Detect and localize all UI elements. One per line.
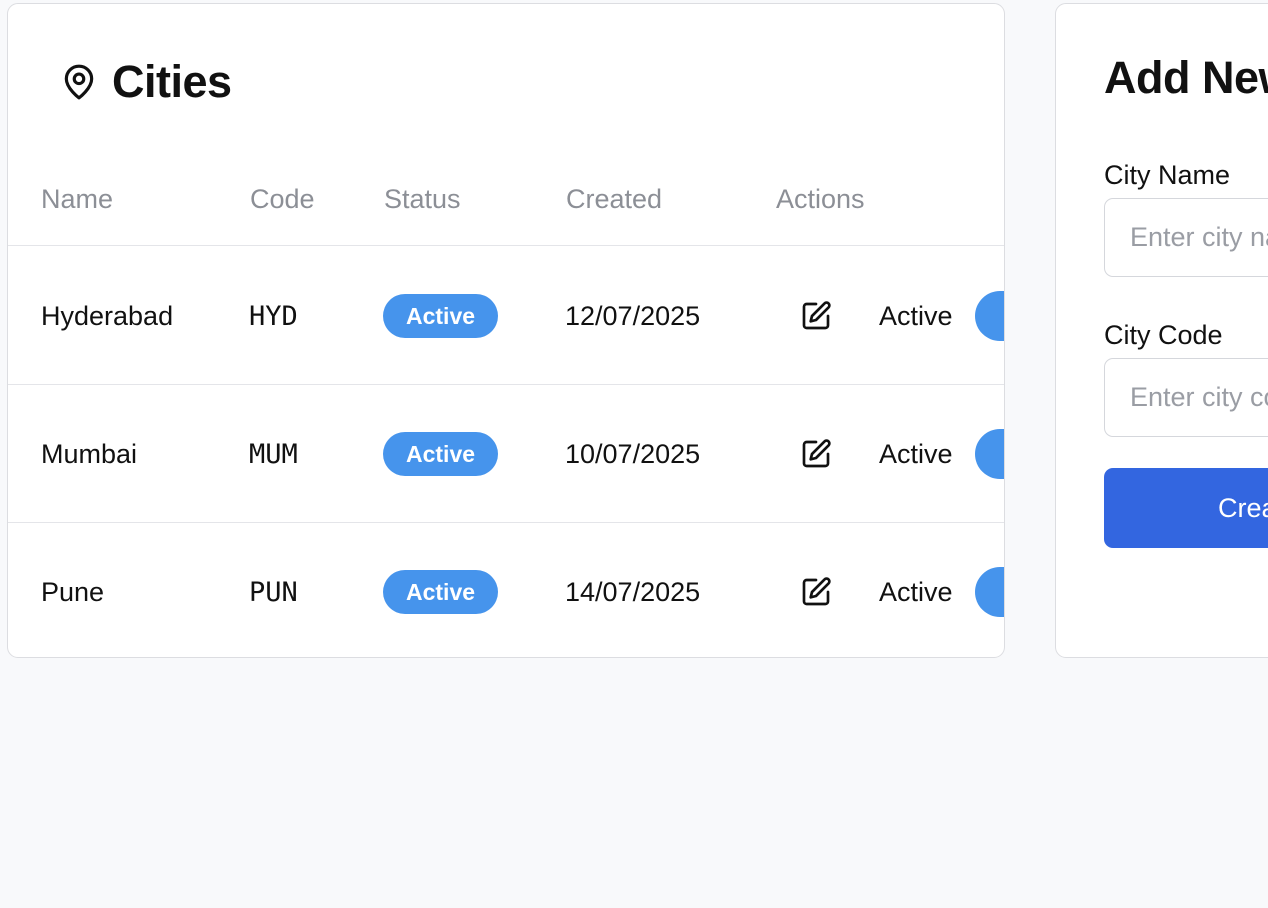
status-cell: Active xyxy=(383,523,499,657)
table-row: Mumbai MUM Active 10/07/2025 Active xyxy=(8,385,1004,523)
column-header-actions: Actions xyxy=(776,184,865,214)
cities-card: Cities Name Code Status Created Actions … xyxy=(7,3,1005,658)
table-row: Pune PUN Active 14/07/2025 Active xyxy=(8,523,1004,657)
city-code-label: City Code xyxy=(1104,320,1223,350)
status-badge: Active xyxy=(383,294,499,338)
form-title: Add New City xyxy=(1104,52,1268,103)
city-name: Pune xyxy=(41,576,105,607)
city-code: HYD xyxy=(249,300,298,332)
status-badge: Active xyxy=(383,570,499,614)
city-name-input[interactable] xyxy=(1104,198,1268,277)
column-header-name[interactable]: Name xyxy=(41,184,113,215)
status-cell: Active xyxy=(383,385,499,523)
status-cell: Active xyxy=(383,247,499,385)
toggle-label: Active xyxy=(879,576,953,607)
edit-button[interactable] xyxy=(800,247,832,385)
created-date: 14/07/2025 xyxy=(565,576,701,607)
toggle-label: Active xyxy=(879,300,953,331)
status-toggle[interactable] xyxy=(975,291,1004,341)
table-header: Name Code Status Created Actions xyxy=(8,174,1004,246)
city-code: PUN xyxy=(249,576,298,608)
status-toggle[interactable] xyxy=(975,567,1004,617)
city-code-input[interactable] xyxy=(1104,358,1268,437)
edit-icon[interactable] xyxy=(800,576,832,608)
map-pin-icon xyxy=(64,64,94,100)
city-name-label: City Name xyxy=(1104,160,1231,190)
column-header-code[interactable]: Code xyxy=(250,184,315,215)
page-title: Cities xyxy=(112,56,232,107)
add-city-card: Add New City City Name City Code Create … xyxy=(1055,3,1268,658)
city-name: Mumbai xyxy=(41,438,138,469)
edit-icon[interactable] xyxy=(800,300,832,332)
create-city-button[interactable]: Create City xyxy=(1104,468,1268,548)
city-name: Hyderabad xyxy=(41,300,174,331)
edit-icon[interactable] xyxy=(800,438,832,470)
edit-button[interactable] xyxy=(800,523,832,657)
created-date: 12/07/2025 xyxy=(565,300,701,331)
column-header-created[interactable]: Created xyxy=(566,184,662,215)
created-date: 10/07/2025 xyxy=(565,438,701,469)
cities-header: Cities xyxy=(60,54,232,110)
table-row: Hyderabad HYD Active 12/07/2025 Active xyxy=(8,247,1004,385)
status-toggle[interactable] xyxy=(975,429,1004,479)
status-badge: Active xyxy=(383,432,499,476)
edit-button[interactable] xyxy=(800,385,832,523)
toggle-label: Active xyxy=(879,438,953,469)
city-code: MUM xyxy=(249,438,298,470)
column-header-status[interactable]: Status xyxy=(384,184,461,215)
